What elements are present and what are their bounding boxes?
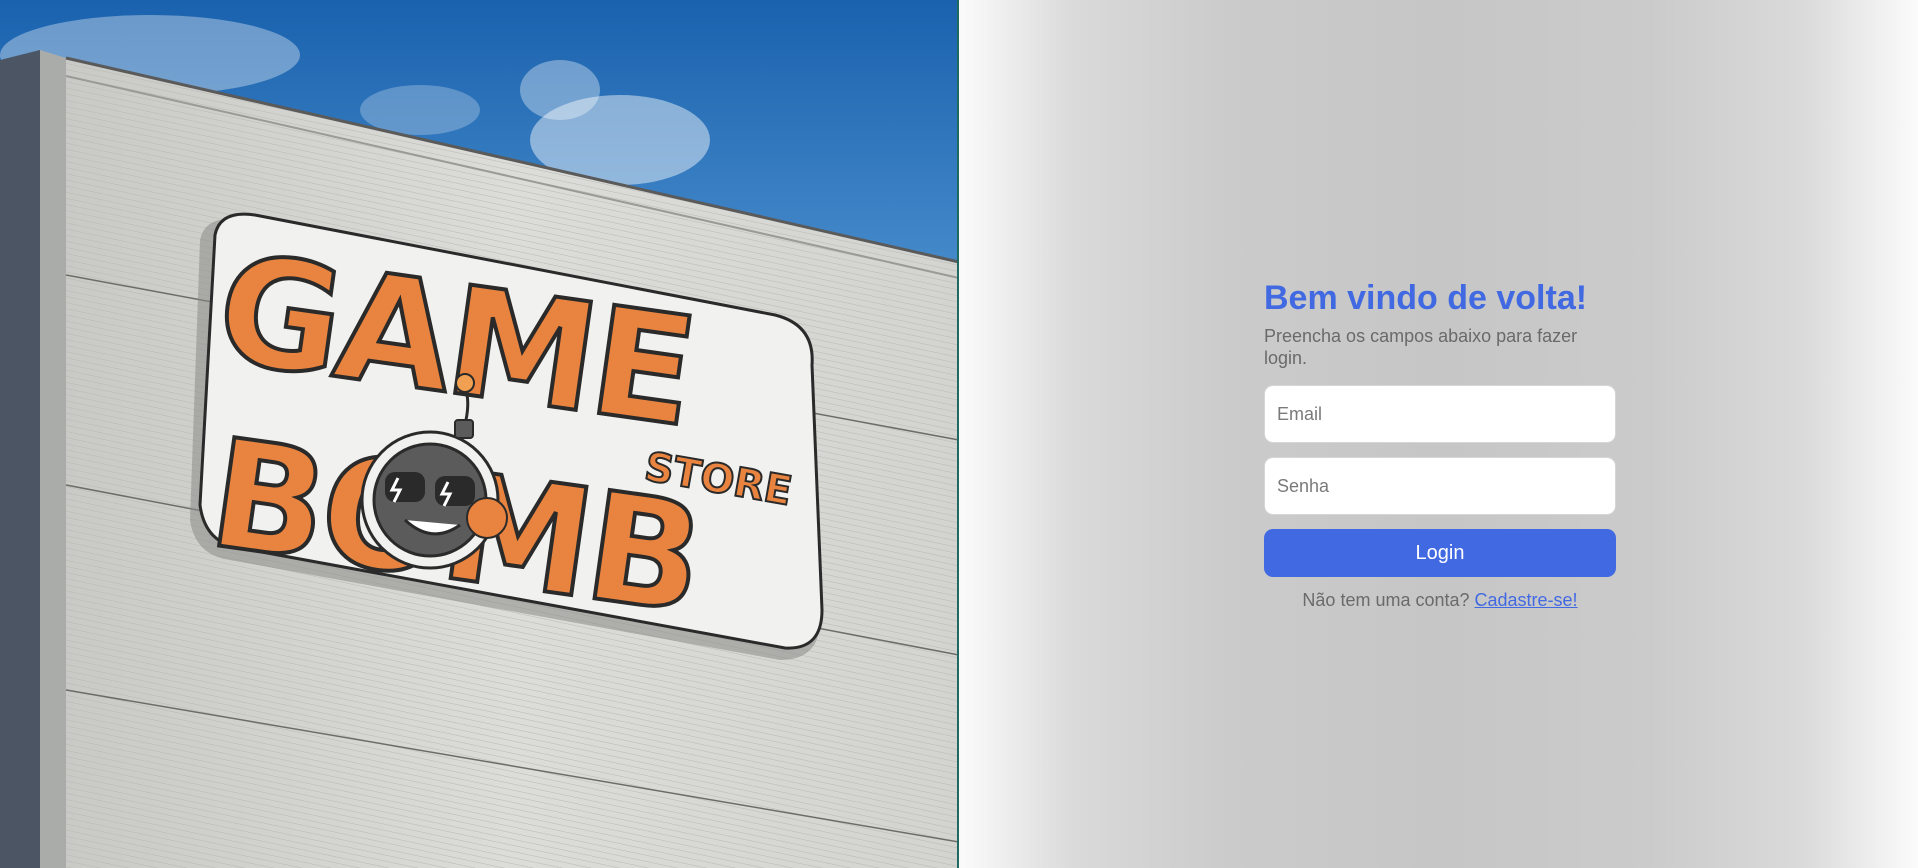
storefront-photo: GAME BOMB xyxy=(0,0,959,868)
signup-line: Não tem uma conta? Cadastre-se! xyxy=(1264,589,1616,611)
signup-link[interactable]: Cadastre-se! xyxy=(1475,590,1578,610)
login-page: GAME BOMB xyxy=(0,0,1918,868)
login-panel: Bem vindo de volta! Preencha os campos a… xyxy=(959,0,1918,868)
signup-prompt: Não tem uma conta? xyxy=(1302,590,1475,610)
email-input[interactable] xyxy=(1264,385,1616,443)
login-title: Bem vindo de volta! xyxy=(1264,279,1588,317)
password-input[interactable] xyxy=(1264,457,1616,515)
login-form: Bem vindo de volta! Preencha os campos a… xyxy=(1264,276,1616,611)
login-subtitle: Preencha os campos abaixo para fazer log… xyxy=(1264,326,1578,368)
login-button[interactable]: Login xyxy=(1264,529,1616,577)
hero-image: GAME BOMB xyxy=(0,0,959,868)
